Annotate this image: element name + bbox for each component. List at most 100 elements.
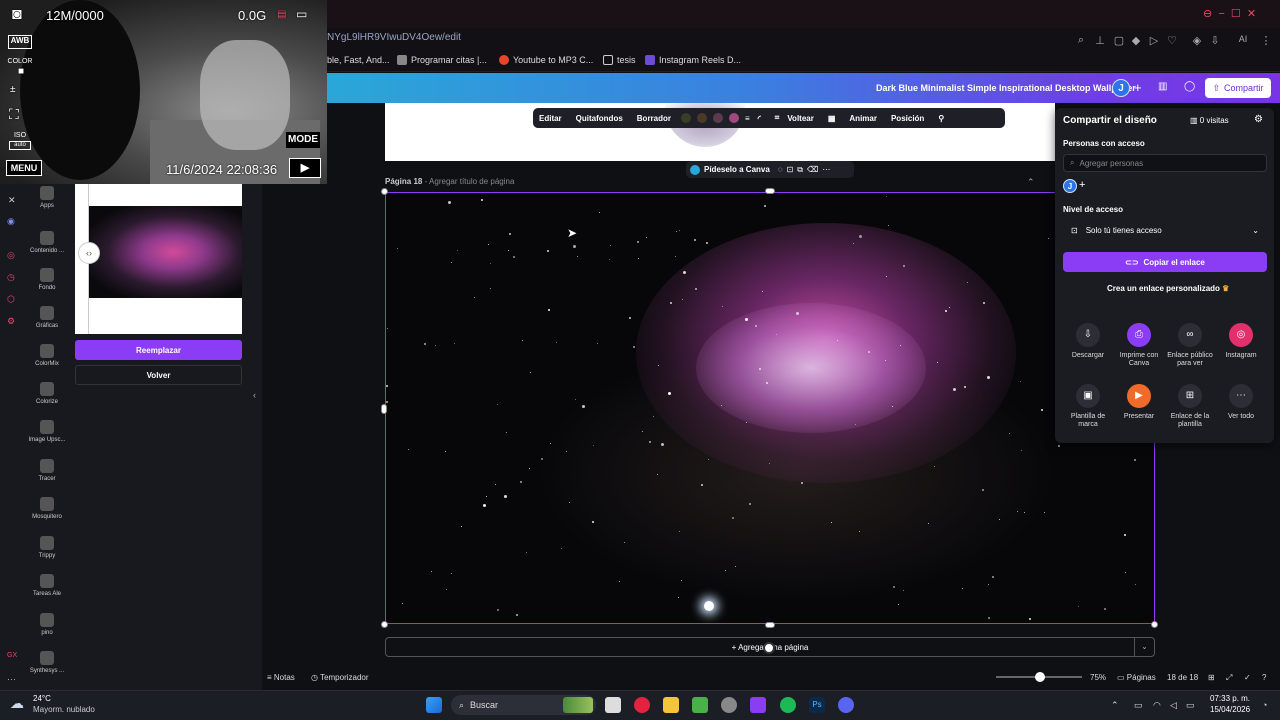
back-button[interactable]: Volver [75, 365, 242, 385]
pages-button[interactable]: ▭ Páginas [1117, 673, 1156, 682]
page-title-placeholder[interactable]: - Agregar título de página [425, 177, 515, 186]
wifi-icon[interactable]: ◠ [1153, 700, 1161, 711]
animate-button[interactable]: Animar [849, 114, 877, 123]
paint-format-icon[interactable]: ⚲ [938, 114, 944, 123]
opera-gx-icon[interactable] [634, 697, 650, 713]
bookmark-item[interactable]: tesis [603, 55, 636, 65]
share-button[interactable]: ⇧ Compartir [1205, 78, 1271, 98]
menu-button[interactable]: MENU [6, 160, 42, 176]
bookmark-item[interactable]: ble, Fast, And... [327, 55, 390, 65]
discord-icon[interactable]: ◉ [7, 216, 15, 227]
rotate-handle[interactable] [763, 642, 775, 654]
taskbar-time[interactable]: 07:33 p. m. [1210, 694, 1250, 703]
crop-icon[interactable]: ⌗ [775, 113, 780, 123]
volume-icon[interactable]: ◁ [1170, 700, 1177, 711]
rail-app[interactable]: pino [25, 613, 69, 636]
battery-icon[interactable]: ▭ [1186, 700, 1195, 711]
play-icon[interactable]: ▷ [1148, 34, 1160, 47]
onenote-icon[interactable] [750, 697, 766, 713]
download-icon[interactable]: ⇩ [1209, 34, 1221, 47]
discord-icon[interactable] [838, 697, 854, 713]
access-level-select[interactable]: ⊡ Solo tú tienes acceso ⌄ [1063, 220, 1267, 240]
zoom-percent[interactable]: 75% [1090, 673, 1106, 682]
rail-app[interactable]: Fondo [25, 268, 69, 291]
position-button[interactable]: Posición [891, 114, 924, 123]
color-swatch[interactable] [713, 113, 724, 123]
heart-icon[interactable]: ♡ [1166, 34, 1178, 47]
print-option[interactable]: ⎙ Imprime con Canva [1112, 323, 1166, 368]
opera-icon[interactable]: ◎ [7, 250, 15, 261]
screenshot-icon[interactable]: ▢ [1113, 34, 1125, 47]
spotify-icon[interactable] [780, 697, 796, 713]
resize-handle[interactable] [765, 188, 775, 194]
gear-icon[interactable]: ⚙ [1254, 114, 1263, 125]
add-people-input[interactable]: ⌕ Agregar personas [1063, 154, 1267, 172]
rail-app[interactable]: Gráficas [25, 306, 69, 329]
bookmark-item[interactable]: Programar citas |... [397, 55, 487, 65]
collapse-panel-icon[interactable]: ‹ [253, 390, 263, 404]
window-controls[interactable]: ⊖ − ☐ ✕ [1203, 7, 1256, 20]
notification-icon[interactable]: ◔ [1262, 700, 1267, 710]
brand-template-option[interactable]: ▣ Plantilla de marca [1061, 384, 1115, 429]
gx-icon[interactable]: GX [7, 652, 17, 659]
duplicate-icon[interactable]: ⧉ [797, 165, 803, 175]
minecraft-icon[interactable] [692, 697, 708, 713]
corner-icon[interactable]: ◜ [758, 114, 761, 123]
rail-app[interactable]: Synthesys ... [25, 651, 69, 674]
color-swatch[interactable] [681, 113, 692, 123]
grid-view-icon[interactable]: ⊞ [1208, 673, 1215, 682]
download-option[interactable]: ⇩ Descargar [1061, 323, 1115, 360]
rail-app[interactable]: Tareas Ale [25, 574, 69, 597]
tray-icon[interactable]: ▭ [1134, 700, 1143, 711]
rail-app[interactable]: Contenido ... [25, 231, 69, 254]
weather-text[interactable]: Mayorm. nublado [33, 705, 95, 714]
url-text[interactable]: NYgL9lHR9VIwuDV4Oew/edit [327, 32, 461, 43]
public-link-option[interactable]: ∞ Enlace público para ver [1163, 323, 1217, 368]
image-preview[interactable]: ‹› [75, 184, 242, 334]
x-icon[interactable]: ✕ [8, 195, 16, 206]
windows-start-icon[interactable] [426, 697, 442, 713]
edit-button[interactable]: Editar [539, 114, 562, 123]
visits-count[interactable]: ▥ 0 visitas [1190, 116, 1229, 125]
settings-icon[interactable] [721, 697, 737, 713]
mode-button[interactable]: MODE [286, 132, 320, 148]
custom-link-button[interactable]: Crea un enlace personalizado ♛ [1107, 284, 1229, 293]
resize-handle[interactable] [381, 621, 388, 628]
comment-icon[interactable]: ◯ [1184, 81, 1195, 92]
ask-canva-button[interactable]: Pídeselo a Canva [704, 165, 770, 174]
settings-icon[interactable]: ⚙ [7, 316, 15, 327]
bookmark-item[interactable]: Youtube to MP3 C... [499, 55, 593, 65]
compare-slider-handle[interactable]: ‹› [78, 242, 100, 264]
resize-handle[interactable] [381, 404, 387, 414]
resize-handle[interactable] [1151, 621, 1158, 628]
color-swatch[interactable] [697, 113, 708, 123]
taskbar-date[interactable]: 15/04/2026 [1210, 705, 1250, 714]
delete-icon[interactable]: ⌫ [807, 165, 818, 174]
instagram-option[interactable]: ◎ Instagram [1214, 323, 1268, 360]
eraser-button[interactable]: Borrador [637, 114, 671, 123]
lines-icon[interactable]: ≡ [745, 114, 750, 123]
template-link-option[interactable]: ⊞ Enlace de la plantilla [1163, 384, 1217, 429]
comment-icon[interactable]: ◌ [778, 165, 783, 174]
nebula-image[interactable] [385, 192, 1155, 624]
timer-button[interactable]: ◷ Temporizador [311, 673, 369, 682]
color-swatch[interactable] [729, 113, 740, 123]
avatar[interactable]: J [1063, 179, 1077, 193]
resize-handle[interactable] [381, 188, 388, 195]
photoshop-icon[interactable]: Ps [809, 697, 825, 713]
history-icon[interactable]: ◷ [7, 272, 15, 283]
rail-app[interactable]: Image Upsc... [25, 420, 69, 443]
rail-app[interactable]: Apps [25, 186, 69, 209]
rail-app[interactable]: ColorMix [25, 344, 69, 367]
flip-button[interactable]: Voltear [787, 114, 814, 123]
fullscreen-icon[interactable]: ⤢ [1226, 673, 1232, 683]
zoom-slider-knob[interactable] [1035, 672, 1045, 682]
lock-icon[interactable]: ⊡ [787, 165, 794, 174]
rail-app[interactable]: Trippy [25, 536, 69, 559]
rail-app[interactable]: Mosquitero [25, 497, 69, 520]
more-icon[interactable]: ⋯ [7, 674, 16, 685]
extension-icon[interactable]: ⬡ [7, 294, 15, 305]
more-icon[interactable]: ⋯ [822, 165, 830, 174]
present-option[interactable]: ▶ Presentar [1112, 384, 1166, 421]
notes-button[interactable]: ≡ Notas [267, 673, 295, 682]
